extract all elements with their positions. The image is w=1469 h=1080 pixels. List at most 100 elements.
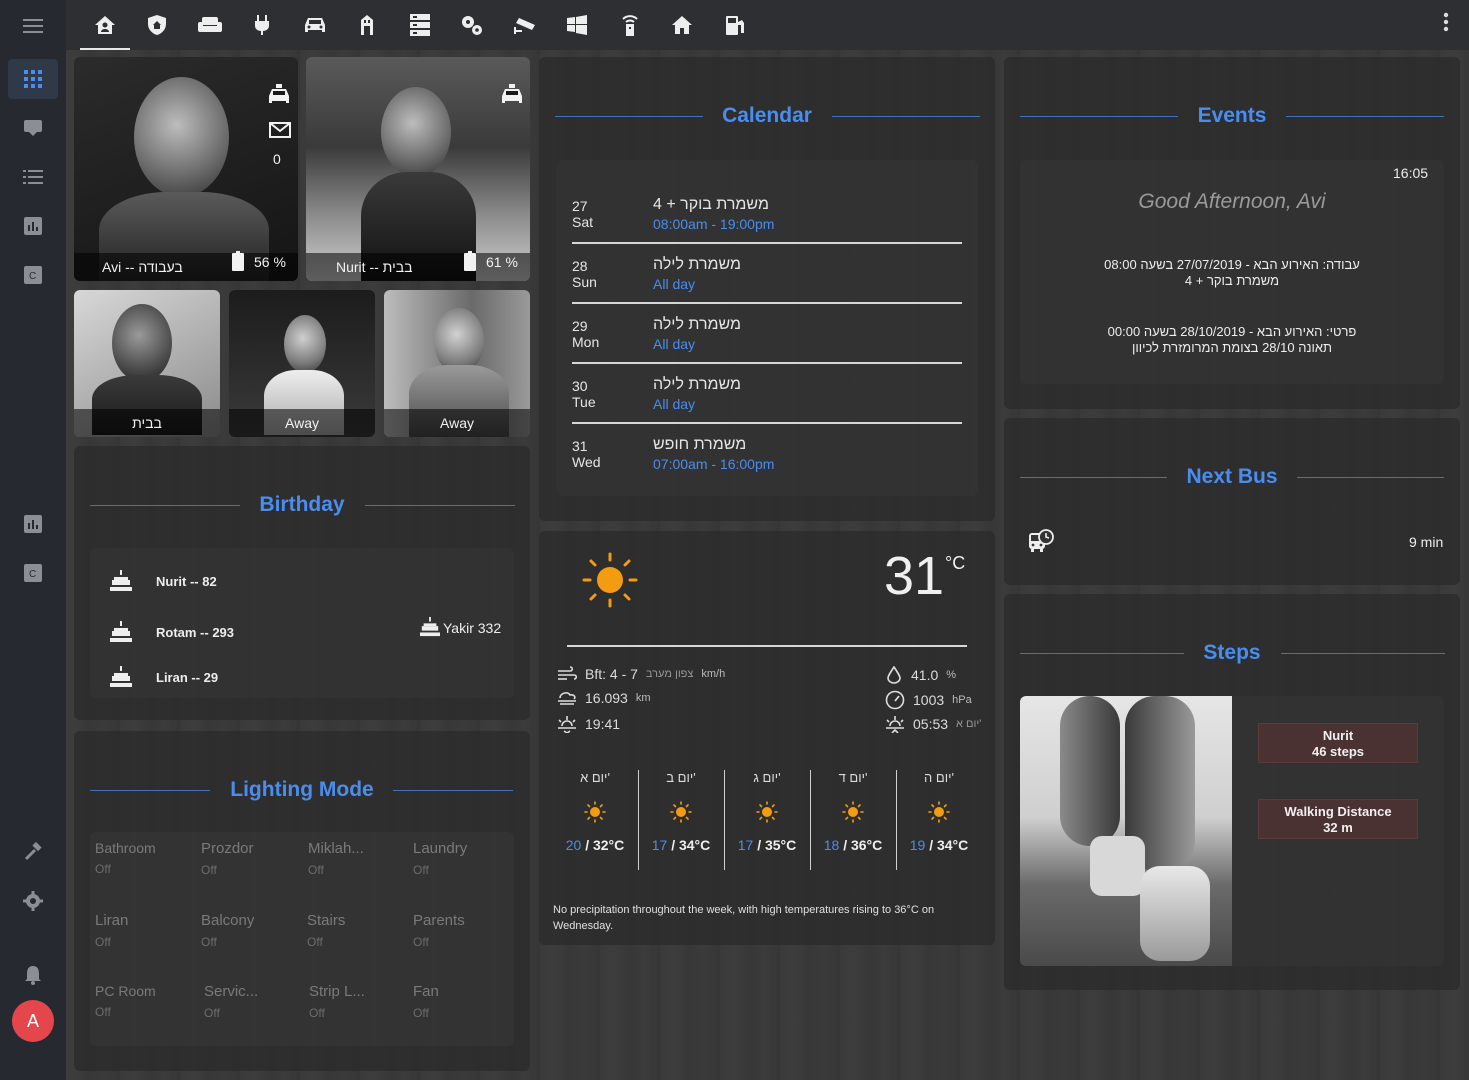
card-icon[interactable]: C — [8, 553, 58, 593]
person-status-3: בבית — [132, 415, 162, 431]
walking-distance-badge[interactable]: Walking Distance 32 m — [1258, 799, 1418, 839]
person-tile-4[interactable]: Away — [229, 290, 375, 437]
chart-icon[interactable] — [8, 206, 58, 246]
humidity-row: 41.0% — [885, 666, 956, 684]
cake-icon — [110, 666, 132, 693]
person-tile-5[interactable]: Away — [384, 290, 530, 437]
svg-text:C: C — [29, 569, 36, 580]
person-tile-avi[interactable]: 0 Avi -- בעבודה 56 % — [74, 57, 298, 281]
weather-summary: No precipitation throughout the week, wi… — [553, 904, 935, 932]
calendar-event[interactable]: 27 Sat משמרת בוקר + 4 08:00am - 19:00pm — [572, 196, 962, 258]
router-icon[interactable] — [605, 0, 655, 50]
forecast-day: יום ד' 18 / 36°C — [810, 770, 896, 853]
user-avatar[interactable]: A — [12, 1000, 54, 1042]
next-bus-card — [1004, 418, 1460, 585]
light-stairs[interactable]: Stairs Off — [307, 912, 407, 949]
sun-icon — [724, 801, 810, 823]
fuel-icon[interactable] — [710, 0, 760, 50]
battery-icon — [232, 251, 244, 276]
cogs-icon[interactable] — [447, 0, 497, 50]
person-status-5: Away — [440, 415, 474, 431]
birthday-item: Liran -- 29 — [156, 670, 219, 685]
cake-icon — [110, 570, 132, 597]
wind-icon — [558, 666, 577, 680]
event-work-line: עבודה: האירוע הבא - 27/07/2019 בשעה 08:0… — [1104, 257, 1360, 272]
person-tile-nurit[interactable]: Nurit -- בבית 61 % — [306, 57, 530, 281]
card-icon[interactable]: C — [8, 255, 58, 295]
gear-icon[interactable] — [8, 881, 58, 921]
light-bathroom[interactable]: Bathroom Off — [95, 840, 195, 876]
steps-title: Steps — [1203, 641, 1261, 664]
walking-image — [1020, 696, 1232, 966]
birthday-item: Rotam -- 293 — [156, 625, 235, 640]
sun-icon — [638, 801, 724, 823]
battery-icon — [464, 251, 476, 276]
lighting-title: Lighting Mode — [230, 778, 374, 801]
light-fan[interactable]: Fan Off — [413, 983, 513, 1020]
calendar-event[interactable]: 29 Mon משמרת לילה All day — [572, 316, 962, 378]
visibility-row: 16.093 km — [557, 690, 651, 706]
bus-clock-icon — [1028, 529, 1054, 560]
server-icon[interactable] — [395, 0, 445, 50]
sunrise-row: 05:53 יום א' — [885, 715, 981, 733]
temperature-unit: °C — [945, 553, 966, 573]
hammer-icon[interactable] — [8, 832, 58, 872]
steps-badge[interactable]: Nurit 46 steps — [1258, 723, 1418, 763]
inbox-icon[interactable] — [8, 108, 58, 148]
light-balcony[interactable]: Balcony Off — [201, 912, 301, 949]
event-private-line: פרטי: האירוע הבא - 28/10/2019 בשעה 00:00 — [1107, 324, 1357, 339]
forecast-day: יום ב' 17 / 34°C — [638, 770, 724, 853]
more-options-icon[interactable] — [1443, 12, 1449, 32]
power-plug-icon[interactable] — [237, 0, 287, 50]
event-private-detail: תאונה 28/10 בצומת המרומזרת לכיוון — [1131, 340, 1333, 355]
shield-home-icon[interactable] — [132, 0, 182, 50]
sidebar: C C A — [0, 0, 66, 1080]
apps-icon[interactable] — [8, 59, 58, 99]
light-prozdor[interactable]: Prozdor Off — [201, 840, 301, 877]
mail-count: 0 — [273, 151, 281, 167]
wind-row: Bft: 4 - 7 צפון מערב km/h — [557, 666, 725, 682]
light-pc-room[interactable]: PC Room Off — [95, 983, 195, 1019]
cctv-icon[interactable] — [500, 0, 550, 50]
sofa-icon[interactable] — [185, 0, 235, 50]
email-icon — [269, 122, 291, 143]
list-icon[interactable] — [8, 157, 58, 197]
sun-icon — [896, 801, 982, 823]
svg-text:C: C — [29, 271, 36, 282]
car-icon[interactable] — [290, 0, 340, 50]
home-icon[interactable] — [657, 0, 707, 50]
battery-level-avi: 56 % — [254, 254, 286, 270]
windows-icon[interactable] — [552, 0, 602, 50]
event-work-detail: משמרת בוקר + 4 — [1184, 273, 1280, 288]
next-bus-value: 9 min — [1409, 534, 1444, 550]
light-laundry[interactable]: Laundry Off — [413, 840, 513, 877]
events-clock: 16:05 — [1393, 165, 1429, 181]
next-bus-title: Next Bus — [1186, 465, 1278, 488]
person-status-avi: Avi -- בעבודה — [102, 259, 183, 275]
calendar-event[interactable]: 28 Sun משמרת לילה All day — [572, 256, 962, 318]
calendar-event[interactable]: 30 Tue משמרת לילה All day — [572, 376, 962, 438]
calendar-event[interactable]: 31 Wed משמרת חופש 07:00am - 16:00pm — [572, 436, 962, 498]
humidity-icon — [887, 666, 901, 684]
light-service[interactable]: Servic... Off — [204, 983, 304, 1020]
light-parents[interactable]: Parents Off — [413, 912, 513, 949]
car-icon — [268, 83, 290, 110]
next-birthday: Yakir 332 — [443, 620, 502, 636]
chart-icon[interactable] — [8, 504, 58, 544]
birthday-title: Birthday — [259, 493, 345, 516]
sun-icon — [552, 801, 638, 823]
menu-icon[interactable] — [8, 6, 58, 46]
light-strip[interactable]: Strip L... Off — [309, 983, 409, 1020]
forecast-day: יום ג' 17 / 35°C — [724, 770, 810, 853]
car-icon — [501, 83, 523, 110]
bell-icon[interactable] — [8, 955, 58, 995]
person-tile-3[interactable]: בבית — [74, 290, 220, 437]
fog-icon — [558, 692, 576, 705]
birthday-item: Nurit -- 82 — [156, 574, 217, 589]
greeting: Good Afternoon, Avi — [1138, 190, 1326, 213]
light-liran[interactable]: Liran Off — [95, 912, 195, 949]
door-icon[interactable] — [342, 0, 392, 50]
home-account-icon[interactable] — [80, 0, 130, 50]
light-miklah[interactable]: Miklah... Off — [308, 840, 408, 877]
pressure-row: 1003 hPa — [885, 690, 972, 710]
